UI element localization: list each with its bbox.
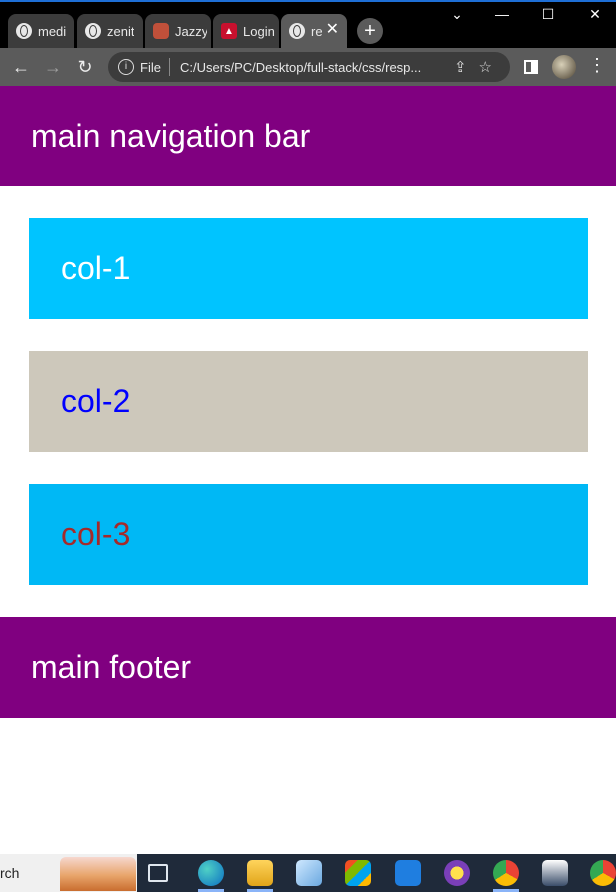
tab-jazzy[interactable]: Jazzy: [145, 14, 211, 48]
main-navigation-bar: main navigation bar: [0, 86, 616, 186]
browser-tab-strip: medi zenit Jazzy ▲ Login re ✕ + ⌄ — ☐ ✕: [0, 0, 616, 48]
maximize-button[interactable]: ☐: [533, 6, 563, 23]
forward-arrow-icon[interactable]: →: [42, 56, 64, 78]
search-highlight-image: [60, 857, 136, 891]
globe-icon: [289, 23, 305, 39]
site-info-icon[interactable]: i: [118, 59, 134, 75]
tab-title: Login: [243, 23, 275, 39]
notepad-icon[interactable]: [296, 860, 322, 886]
tab-zenit[interactable]: zenit: [77, 14, 143, 48]
tab-title: medi: [38, 23, 67, 39]
share-icon[interactable]: ⇪: [454, 58, 467, 76]
main-footer: main footer: [0, 617, 616, 718]
reload-icon[interactable]: ↻: [74, 56, 96, 78]
chrome-icon[interactable]: [493, 860, 519, 886]
address-bar[interactable]: i File C:/Users/PC/Desktop/full-stack/cs…: [108, 52, 510, 82]
keepass-icon[interactable]: [444, 860, 470, 886]
globe-icon: [85, 23, 101, 39]
omnibox-divider: [168, 58, 170, 76]
tab-search-chevron-icon[interactable]: ⌄: [442, 6, 472, 23]
figure-app-icon[interactable]: [542, 860, 568, 886]
tab-title: re: [311, 23, 323, 39]
column-3: col-3: [29, 484, 588, 585]
tab-active[interactable]: re ✕: [281, 14, 347, 48]
tab-medi[interactable]: medi: [8, 14, 74, 48]
taskbar-search-box[interactable]: rch: [0, 854, 137, 892]
windows-taskbar: rch: [0, 854, 616, 892]
browser-toolbar: ← → ↻ i File C:/Users/PC/Desktop/full-st…: [0, 48, 616, 86]
page-viewport: main navigation bar col-1 col-2 col-3 ma…: [0, 86, 616, 854]
bookmark-star-icon[interactable]: ☆: [479, 58, 492, 76]
minimize-button[interactable]: —: [487, 6, 517, 22]
search-box-text: rch: [0, 865, 20, 881]
column-1: col-1: [29, 218, 588, 319]
url-text[interactable]: C:/Users/PC/Desktop/full-stack/css/resp.…: [180, 60, 442, 75]
profile-avatar[interactable]: [552, 55, 576, 79]
tab-login[interactable]: ▲ Login: [213, 14, 279, 48]
tab-title: zenit: [107, 23, 135, 39]
store-icon[interactable]: [345, 860, 371, 886]
globe-icon: [16, 23, 32, 39]
login-favicon-icon: ▲: [221, 23, 237, 39]
tab-title: Jazzy: [175, 23, 207, 39]
close-window-button[interactable]: ✕: [580, 6, 610, 23]
kebab-menu-icon[interactable]: ⋮: [588, 55, 606, 76]
back-arrow-icon[interactable]: ←: [10, 56, 32, 78]
new-tab-button[interactable]: +: [357, 18, 383, 44]
file-explorer-icon[interactable]: [247, 860, 273, 886]
side-panel-icon[interactable]: [524, 60, 538, 74]
edge-icon[interactable]: [198, 860, 224, 886]
close-tab-icon[interactable]: ✕: [326, 22, 339, 38]
scheme-label: File: [140, 59, 161, 75]
jazzy-favicon-icon: [153, 23, 169, 39]
chrome-icon[interactable]: [590, 860, 616, 886]
column-2: col-2: [29, 351, 588, 452]
task-view-icon[interactable]: [148, 864, 168, 882]
mail-icon[interactable]: [395, 860, 421, 886]
